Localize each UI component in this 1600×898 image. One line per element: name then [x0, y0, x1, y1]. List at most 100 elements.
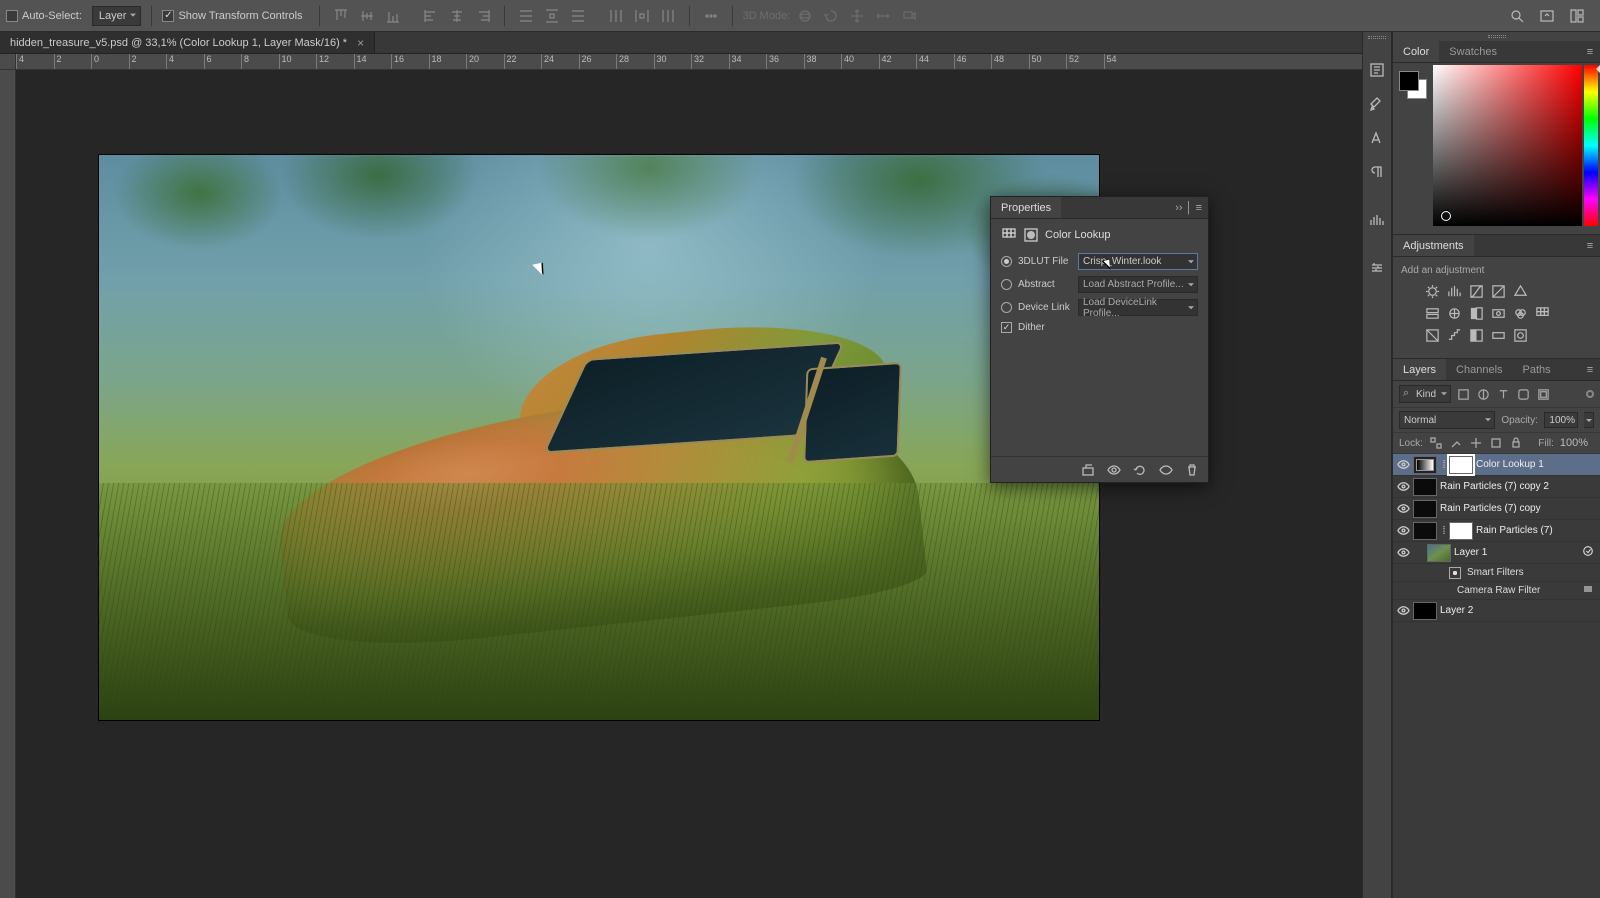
align-vertical-centers-icon[interactable] [356, 5, 378, 27]
panel-menu-icon[interactable]: ≡ [1580, 359, 1600, 380]
threshold-icon[interactable] [1467, 326, 1485, 344]
visibility-toggle[interactable] [1393, 458, 1413, 471]
properties-panel[interactable]: Properties ›› │ ≡ Color Lookup 3DLUT Fil… [990, 196, 1209, 483]
smart-filters-label[interactable]: Smart Filters [1393, 564, 1600, 582]
invert-icon[interactable] [1423, 326, 1441, 344]
collapse-panel-icon[interactable]: ›› │ ≡ [1169, 197, 1208, 218]
hue-saturation-icon[interactable] [1423, 304, 1441, 322]
horizontal-ruler[interactable]: 4202468101214161820222426283032343638404… [16, 54, 1392, 70]
lock-all-icon[interactable] [1509, 436, 1523, 450]
distribute-right-icon[interactable] [657, 5, 679, 27]
tab-color[interactable]: Color [1393, 41, 1439, 62]
foreground-color-swatch[interactable] [1399, 71, 1419, 91]
layer-row[interactable]: Layer 1 [1393, 542, 1600, 564]
layer-mask-thumbnail[interactable] [1449, 456, 1473, 474]
foreground-background-swatches[interactable] [1399, 71, 1427, 99]
filter-type-icon[interactable] [1495, 386, 1511, 402]
distribute-top-icon[interactable] [515, 5, 537, 27]
brightness-contrast-icon[interactable] [1423, 282, 1441, 300]
close-tab-icon[interactable]: × [357, 36, 364, 50]
vibrance-icon[interactable] [1511, 282, 1529, 300]
history-panel-icon[interactable] [1366, 59, 1388, 81]
show-transform-checkbox[interactable]: Show Transform Controls [162, 10, 302, 22]
layer-mask-icon[interactable] [1023, 227, 1039, 243]
panel-grip[interactable] [1488, 35, 1506, 38]
clip-to-layer-icon[interactable] [1080, 462, 1096, 478]
filter-toggle[interactable] [1586, 390, 1594, 398]
align-horizontal-centers-icon[interactable] [446, 5, 468, 27]
filter-kind-dropdown[interactable]: Kind [1399, 385, 1451, 403]
levels-icon[interactable] [1445, 282, 1463, 300]
gradient-map-icon[interactable] [1489, 326, 1507, 344]
hue-slider[interactable] [1584, 65, 1598, 226]
device-link-dropdown[interactable]: Load DeviceLink Profile... [1078, 299, 1198, 316]
abstract-profile-dropdown[interactable]: Load Abstract Profile... [1078, 276, 1198, 293]
distribute-bottom-icon[interactable] [567, 5, 589, 27]
layer-name[interactable]: Color Lookup 1 [1476, 459, 1544, 470]
tab-properties[interactable]: Properties [991, 197, 1061, 218]
layer-thumbnail[interactable] [1413, 500, 1437, 518]
delete-adjustment-icon[interactable] [1184, 462, 1200, 478]
panel-menu-icon[interactable]: ≡ [1580, 235, 1600, 256]
exposure-icon[interactable] [1489, 282, 1507, 300]
layer-row[interactable]: Rain Particles (7) copy [1393, 498, 1600, 520]
character-panel-icon[interactable] [1366, 127, 1388, 149]
layer-name[interactable]: Layer 2 [1440, 605, 1473, 616]
brush-settings-icon[interactable] [1366, 93, 1388, 115]
filter-adjustment-icon[interactable] [1475, 386, 1491, 402]
3dlut-file-dropdown[interactable]: Crisp_Winter.look [1078, 253, 1198, 270]
black-white-icon[interactable] [1467, 304, 1485, 322]
mask-link-icon[interactable]: ⁞ [1440, 527, 1448, 535]
lock-pixels-icon[interactable] [1449, 436, 1463, 450]
distribute-vertical-icon[interactable] [541, 5, 563, 27]
tab-paths[interactable]: Paths [1513, 359, 1561, 380]
visibility-toggle[interactable] [1393, 546, 1413, 559]
reset-icon[interactable] [1132, 462, 1148, 478]
align-top-edges-icon[interactable] [330, 5, 352, 27]
layer-thumbnail[interactable] [1413, 522, 1437, 540]
visibility-toggle[interactable] [1393, 604, 1413, 617]
tab-layers[interactable]: Layers [1393, 359, 1446, 380]
vertical-ruler[interactable] [0, 70, 16, 898]
align-left-edges-icon[interactable] [420, 5, 442, 27]
more-align-icon[interactable] [700, 5, 722, 27]
tab-swatches[interactable]: Swatches [1439, 41, 1507, 62]
3dlut-radio[interactable] [1001, 256, 1012, 267]
visibility-toggle[interactable] [1393, 480, 1413, 493]
lock-position-icon[interactable] [1469, 436, 1483, 450]
search-icon[interactable] [1506, 5, 1528, 27]
color-balance-icon[interactable] [1445, 304, 1463, 322]
opacity-value[interactable]: 100% [1544, 412, 1578, 428]
layer-row[interactable]: ⁞ Color Lookup 1 [1393, 454, 1600, 476]
canvas-viewport[interactable] [16, 70, 1392, 898]
layer-row[interactable]: ⁞ Rain Particles (7) [1393, 520, 1600, 542]
opacity-popup[interactable] [1584, 412, 1594, 428]
align-bottom-edges-icon[interactable] [382, 5, 404, 27]
dither-checkbox[interactable] [1001, 322, 1012, 333]
panel-menu-icon[interactable]: ≡ [1580, 41, 1600, 62]
layer-thumbnail[interactable] [1413, 478, 1437, 496]
layer-name[interactable]: Layer 1 [1454, 547, 1487, 558]
view-previous-state-icon[interactable] [1106, 462, 1122, 478]
panel-grip[interactable] [1368, 36, 1386, 39]
fill-value[interactable]: 100% [1560, 437, 1588, 449]
auto-select-checkbox[interactable]: Auto-Select: [6, 10, 82, 22]
photo-filter-icon[interactable] [1489, 304, 1507, 322]
layer-row[interactable]: Layer 2 [1393, 600, 1600, 622]
workspace-switcher-icon[interactable] [1566, 5, 1588, 27]
paragraph-panel-icon[interactable] [1366, 161, 1388, 183]
mask-link-icon[interactable]: ⁞ [1440, 461, 1448, 469]
tab-channels[interactable]: Channels [1446, 359, 1512, 380]
visibility-toggle[interactable] [1393, 524, 1413, 537]
auto-select-target-dropdown[interactable]: Layer [92, 6, 142, 26]
align-right-edges-icon[interactable] [472, 5, 494, 27]
posterize-icon[interactable] [1445, 326, 1463, 344]
layer-thumbnail[interactable] [1413, 456, 1437, 474]
layer-row[interactable]: Rain Particles (7) copy 2 [1393, 476, 1600, 498]
distribute-horizontal-icon[interactable] [631, 5, 653, 27]
document-tab[interactable]: hidden_treasure_v5.psd @ 33,1% (Color Lo… [0, 32, 375, 53]
properties-panel-icon[interactable] [1366, 257, 1388, 279]
abstract-radio[interactable] [1001, 279, 1012, 290]
curves-icon[interactable] [1467, 282, 1485, 300]
lock-transparency-icon[interactable] [1429, 436, 1443, 450]
